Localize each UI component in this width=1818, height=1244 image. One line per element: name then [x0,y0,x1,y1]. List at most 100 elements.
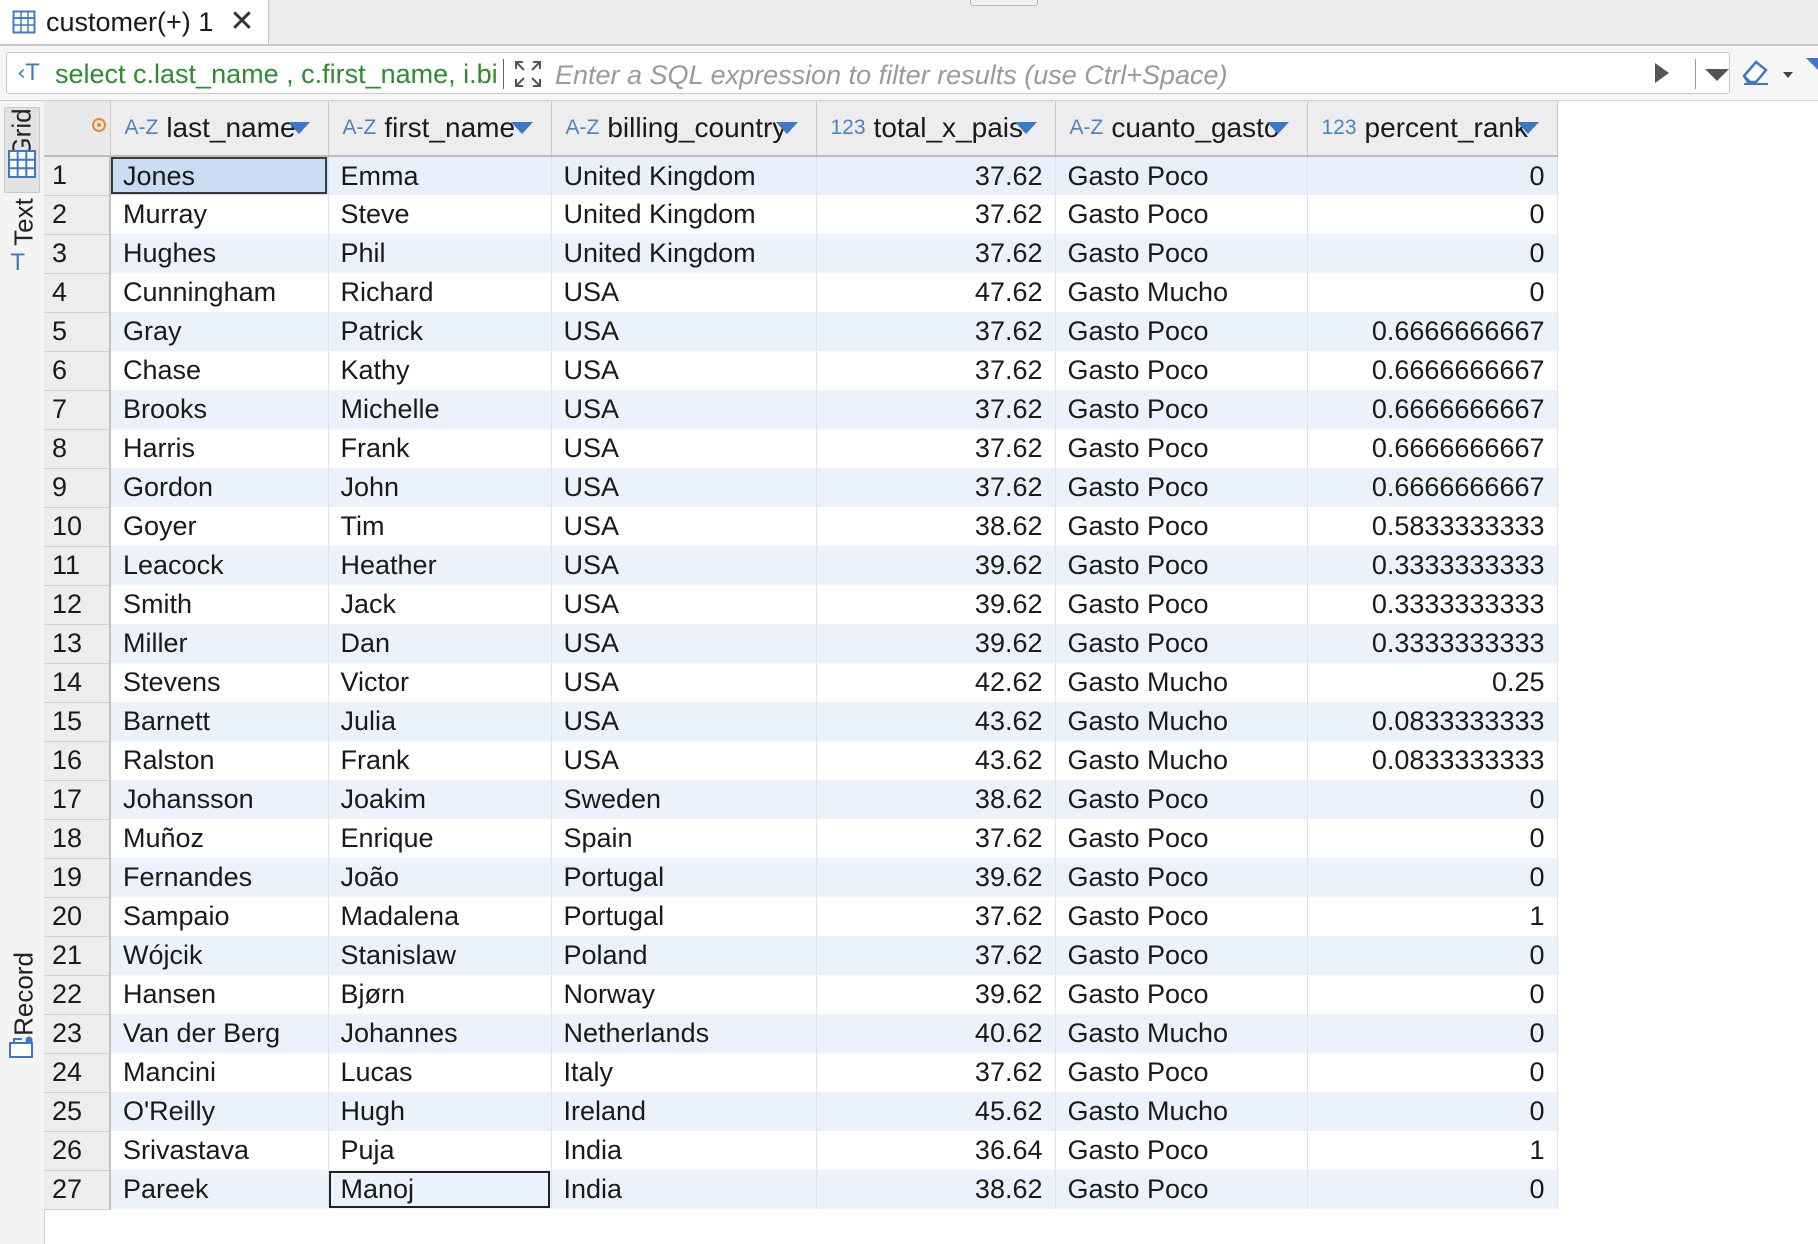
sort-arrow-icon[interactable] [1266,122,1289,134]
table-row[interactable]: 3 Hughes Phil United Kingdom 37.62 Gasto Poco… [44,234,1558,274]
percent-rank-cell[interactable]: 0.5833333333 [1307,507,1558,546]
percent-rank-cell[interactable]: 0.6666666667 [1307,429,1558,468]
cuanto-gasto-cell[interactable]: Gasto Poco [1055,897,1308,936]
cuanto-gasto-cell[interactable]: Gasto Mucho [1055,273,1308,312]
last-name-cell[interactable]: Hansen [110,975,329,1014]
table-row[interactable]: 4 Cunningham Richard USA 47.62 Gasto Mucho 0 [44,273,1558,313]
total-x-pais-cell[interactable]: 37.62 [816,390,1056,429]
table-row[interactable]: 14 Stevens Victor USA 42.62 Gasto Mucho 0.25 [44,663,1558,703]
billing-country-cell[interactable]: United Kingdom [551,156,817,195]
row-number[interactable]: 22 [44,975,111,1015]
cuanto-gasto-cell[interactable]: Gasto Poco [1055,507,1308,546]
last-name-cell[interactable]: Srivastava [110,1131,329,1170]
billing-country-cell[interactable]: Italy [551,1053,817,1092]
table-row[interactable]: 17 Johansson Joakim Sweden 38.62 Gasto Poco 0 [44,780,1558,820]
percent-rank-cell[interactable]: 0 [1307,975,1558,1014]
row-number[interactable]: 14 [44,663,111,703]
billing-country-cell[interactable]: Netherlands [551,1014,817,1053]
row-number[interactable]: 20 [44,897,111,937]
row-number[interactable]: 2 [44,195,111,235]
first-name-cell[interactable]: Dan [328,624,552,663]
table-row[interactable]: 12 Smith Jack USA 39.62 Gasto Poco 0.333333333… [44,585,1558,625]
cuanto-gasto-cell[interactable]: Gasto Mucho [1055,1092,1308,1131]
cuanto-gasto-cell[interactable]: Gasto Poco [1055,624,1308,663]
billing-country-cell[interactable]: Poland [551,936,817,975]
total-x-pais-cell[interactable]: 37.62 [816,429,1056,468]
last-name-cell[interactable]: Gray [110,312,329,351]
percent-rank-cell[interactable]: 0 [1307,819,1558,858]
last-name-cell[interactable]: Harris [110,429,329,468]
last-name-cell[interactable]: Ralston [110,741,329,780]
table-row[interactable]: 25 O'Reilly Hugh Ireland 45.62 Gasto Mucho 0 [44,1092,1558,1132]
last-name-cell[interactable]: O'Reilly [110,1092,329,1131]
first-name-cell[interactable]: Manoj [328,1170,552,1209]
percent-rank-cell[interactable]: 0 [1307,234,1558,273]
row-number[interactable]: 10 [44,507,111,547]
table-row[interactable]: 15 Barnett Julia USA 43.62 Gasto Mucho 0.08333… [44,702,1558,742]
billing-country-cell[interactable]: United Kingdom [551,234,817,273]
first-name-cell[interactable]: Heather [328,546,552,585]
sort-arrow-icon[interactable] [775,122,798,134]
last-name-cell[interactable]: Smith [110,585,329,624]
column-header-last-name[interactable]: A-Z last_name [110,101,329,157]
row-number[interactable]: 23 [44,1014,111,1054]
billing-country-cell[interactable]: USA [551,468,817,507]
column-header-percent-rank[interactable]: 123 percent_rank [1307,101,1558,157]
row-number[interactable]: 21 [44,936,111,976]
total-x-pais-cell[interactable]: 38.62 [816,780,1056,819]
percent-rank-cell[interactable]: 0 [1307,1170,1558,1209]
percent-rank-cell[interactable]: 0 [1307,156,1558,195]
last-name-cell[interactable]: Stevens [110,663,329,702]
billing-country-cell[interactable]: United Kingdom [551,195,817,234]
first-name-cell[interactable]: John [328,468,552,507]
percent-rank-cell[interactable]: 0 [1307,1014,1558,1053]
row-number[interactable]: 9 [44,468,111,508]
table-row[interactable]: 11 Leacock Heather USA 39.62 Gasto Poco 0.3333… [44,546,1558,586]
total-x-pais-cell[interactable]: 37.62 [816,936,1056,975]
total-x-pais-cell[interactable]: 37.62 [816,234,1056,273]
billing-country-cell[interactable]: USA [551,312,817,351]
cuanto-gasto-cell[interactable]: Gasto Poco [1055,1170,1308,1209]
last-name-cell[interactable]: Mancini [110,1053,329,1092]
row-number[interactable]: 16 [44,741,111,781]
billing-country-cell[interactable]: Norway [551,975,817,1014]
first-name-cell[interactable]: Hugh [328,1092,552,1131]
total-x-pais-cell[interactable]: 37.62 [816,195,1056,234]
total-x-pais-cell[interactable]: 39.62 [816,546,1056,585]
total-x-pais-cell[interactable]: 38.62 [816,1170,1056,1209]
row-number[interactable]: 12 [44,585,111,625]
overflow-arrow-icon[interactable] [1806,56,1818,77]
last-name-cell[interactable]: Murray [110,195,329,234]
select-all-corner[interactable] [44,101,111,157]
column-header-total-x-pais[interactable]: 123 total_x_pais [816,101,1056,157]
percent-rank-cell[interactable]: 0.3333333333 [1307,546,1558,585]
first-name-cell[interactable]: Puja [328,1131,552,1170]
last-name-cell[interactable]: Brooks [110,390,329,429]
first-name-cell[interactable]: Bjørn [328,975,552,1014]
eraser-icon[interactable] [1740,56,1772,91]
row-number[interactable]: 24 [44,1053,111,1093]
table-row[interactable]: 21 Wójcik Stanislaw Poland 37.62 Gasto Poco 0 [44,936,1558,976]
cuanto-gasto-cell[interactable]: Gasto Poco [1055,468,1308,507]
total-x-pais-cell[interactable]: 37.62 [816,1053,1056,1092]
percent-rank-cell[interactable]: 0 [1307,195,1558,234]
first-name-cell[interactable]: Frank [328,741,552,780]
billing-country-cell[interactable]: USA [551,663,817,702]
total-x-pais-cell[interactable]: 39.62 [816,624,1056,663]
cuanto-gasto-cell[interactable]: Gasto Poco [1055,312,1308,351]
total-x-pais-cell[interactable]: 40.62 [816,1014,1056,1053]
total-x-pais-cell[interactable]: 45.62 [816,1092,1056,1131]
row-number[interactable]: 26 [44,1131,111,1171]
row-number[interactable]: 4 [44,273,111,313]
percent-rank-cell[interactable]: 0.25 [1307,663,1558,702]
total-x-pais-cell[interactable]: 43.62 [816,741,1056,780]
cuanto-gasto-cell[interactable]: Gasto Poco [1055,975,1308,1014]
last-name-cell[interactable]: Jones [110,156,329,195]
text-view-icon[interactable]: T [11,251,24,276]
billing-country-cell[interactable]: Portugal [551,858,817,897]
table-row[interactable]: 10 Goyer Tim USA 38.62 Gasto Poco 0.5833333333 [44,507,1558,547]
cuanto-gasto-cell[interactable]: Gasto Mucho [1055,741,1308,780]
table-row[interactable]: 6 Chase Kathy USA 37.62 Gasto Poco 0.666666666… [44,351,1558,391]
sort-arrow-icon[interactable] [510,122,533,134]
cuanto-gasto-cell[interactable]: Gasto Poco [1055,546,1308,585]
